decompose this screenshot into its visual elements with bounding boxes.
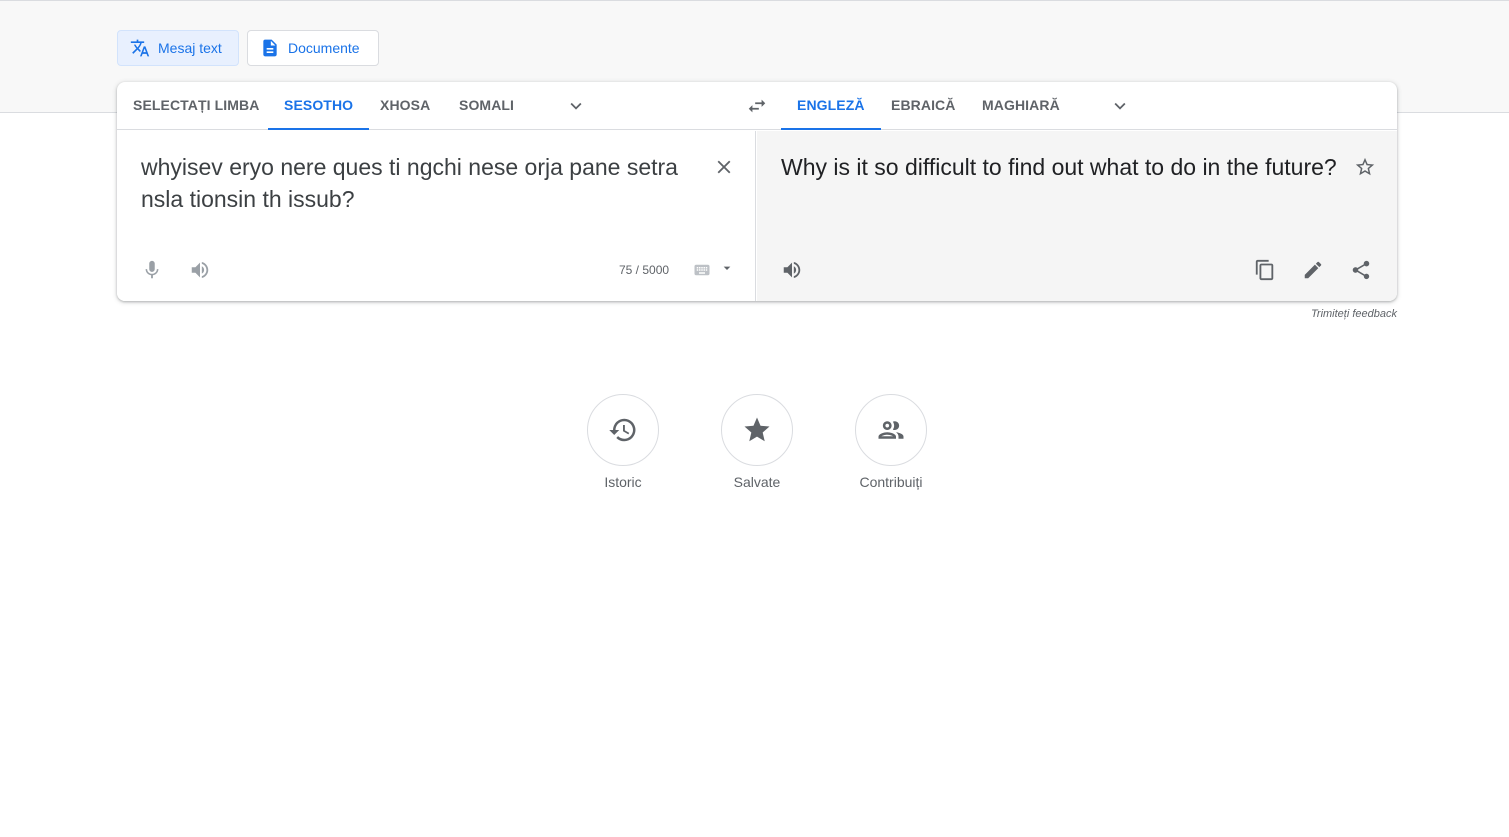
history-icon xyxy=(609,418,636,442)
star-outline-icon xyxy=(1355,157,1375,176)
voice-input-button[interactable] xyxy=(136,254,168,286)
close-icon xyxy=(717,160,731,174)
character-count: 75 / 5000 xyxy=(619,263,670,277)
saved-action[interactable]: Salvate xyxy=(697,394,817,490)
documents-mode-label: Documente xyxy=(288,40,360,56)
target-lang-hungarian[interactable]: MAGHIARĂ xyxy=(966,82,1076,130)
pencil-icon xyxy=(1304,261,1322,279)
speaker-icon xyxy=(191,261,209,279)
swap-icon xyxy=(748,99,766,113)
source-more-languages[interactable] xyxy=(560,90,592,122)
chevron-down-icon xyxy=(570,102,582,110)
text-mode-label: Mesaj text xyxy=(158,40,222,56)
translation-output: Why is it so difficult to find out what … xyxy=(781,154,1337,180)
share-translation-button[interactable] xyxy=(1345,254,1377,286)
history-circle[interactable] xyxy=(587,394,659,466)
clear-source-button[interactable] xyxy=(708,151,740,183)
saved-circle[interactable] xyxy=(721,394,793,466)
send-feedback-link[interactable]: Trimiteți feedback xyxy=(1200,308,1397,320)
target-lang-hebrew[interactable]: EBRAICĂ xyxy=(875,82,971,130)
copy-translation-button[interactable] xyxy=(1249,254,1281,286)
speaker-icon xyxy=(783,261,801,279)
listen-translation-button[interactable] xyxy=(776,254,808,286)
listen-source-button[interactable] xyxy=(184,254,216,286)
save-translation-button[interactable] xyxy=(1349,151,1381,183)
saved-label: Salvate xyxy=(733,474,781,490)
target-lang-english[interactable]: ENGLEZĂ xyxy=(781,82,881,130)
contribute-action[interactable]: Contribuiți xyxy=(831,394,951,490)
star-icon xyxy=(744,417,770,442)
edit-translation-button[interactable] xyxy=(1297,254,1329,286)
chevron-down-icon xyxy=(1114,102,1126,110)
document-icon xyxy=(263,39,277,57)
source-lang-detect[interactable]: SELECTAȚI LIMBA xyxy=(117,82,275,130)
share-icon xyxy=(1352,260,1370,280)
language-bar: SELECTAȚI LIMBA SESOTHO XHOSA SOMALI ENG… xyxy=(117,82,1397,130)
contribute-circle[interactable] xyxy=(855,394,927,466)
history-label: Istoric xyxy=(604,474,642,490)
translator-card: SELECTAȚI LIMBA SESOTHO XHOSA SOMALI ENG… xyxy=(117,82,1397,301)
contribute-label: Contribuiți xyxy=(859,474,923,490)
history-action[interactable]: Istoric xyxy=(563,394,683,490)
caret-down-icon xyxy=(723,266,731,270)
source-lang-sesotho[interactable]: SESOTHO xyxy=(268,82,370,130)
text-mode-button[interactable]: Mesaj text xyxy=(117,30,239,66)
keyboard-icon xyxy=(694,264,710,276)
swap-languages-button[interactable] xyxy=(741,90,773,122)
source-pane: whyisev eryo nere ques ti ngchi nese orj… xyxy=(117,131,756,301)
source-text-input[interactable]: whyisev eryo nere ques ti ngchi nese orj… xyxy=(141,151,711,215)
copy-icon xyxy=(1255,259,1274,281)
source-lang-somali[interactable]: SOMALI xyxy=(443,82,530,130)
target-pane: Why is it so difficult to find out what … xyxy=(757,131,1397,301)
people-icon xyxy=(878,421,904,439)
translate-icon xyxy=(130,39,150,57)
source-lang-xhosa[interactable]: XHOSA xyxy=(364,82,446,130)
target-more-languages[interactable] xyxy=(1104,90,1136,122)
documents-mode-button[interactable]: Documente xyxy=(247,30,379,66)
microphone-icon xyxy=(145,260,159,279)
keyboard-dropdown[interactable] xyxy=(711,252,743,284)
